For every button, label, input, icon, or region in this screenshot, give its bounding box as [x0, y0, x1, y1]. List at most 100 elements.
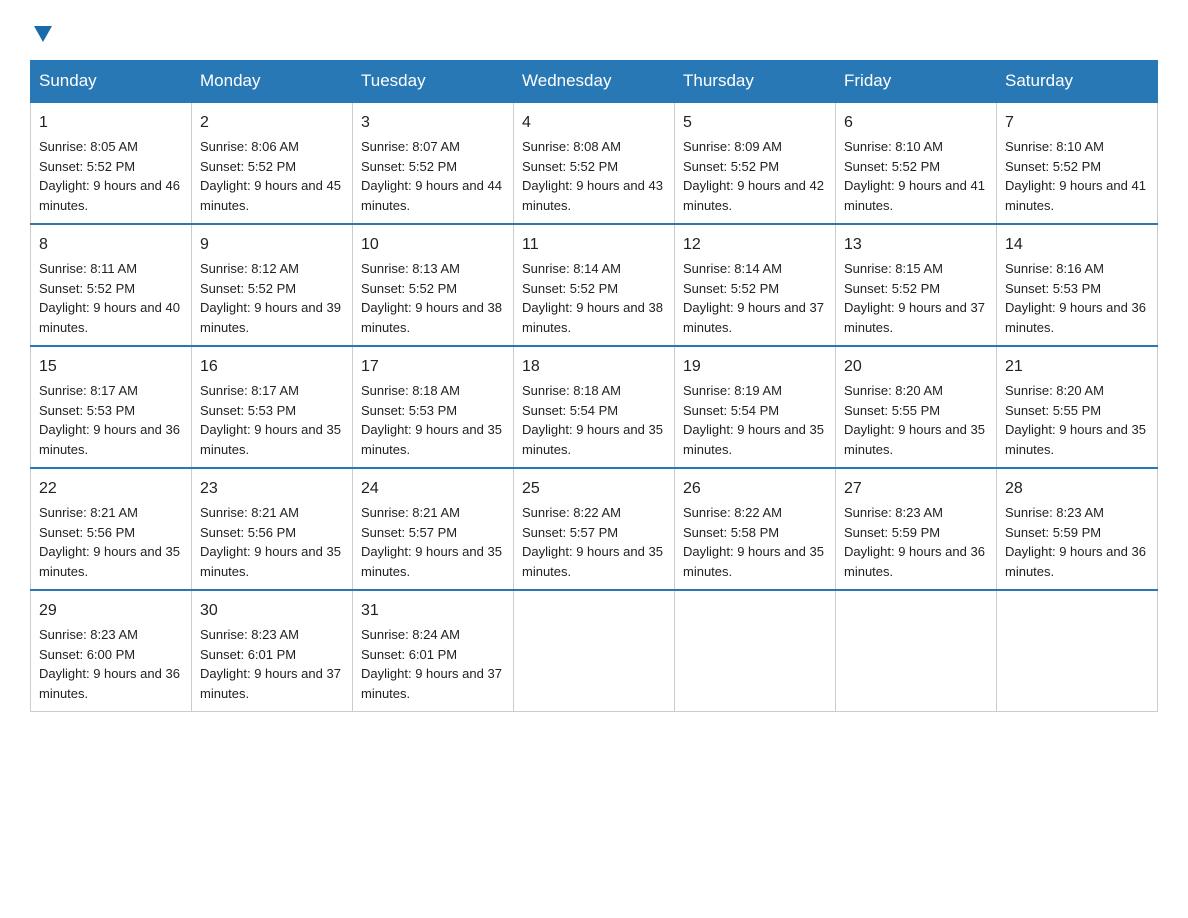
calendar-cell: 12 Sunrise: 8:14 AM Sunset: 5:52 PM Dayligh…: [675, 224, 836, 346]
daylight-text: Daylight: 9 hours and 45 minutes.: [200, 178, 341, 213]
sunrise-text: Sunrise: 8:23 AM: [1005, 505, 1104, 520]
calendar-cell: 19Sunrise: 8:19 AMSunset: 5:54 PMDayligh…: [675, 346, 836, 468]
day-number: 20: [844, 355, 988, 379]
sunrise-text: Sunrise: 8:23 AM: [844, 505, 943, 520]
sunset-text: Sunset: 5:52 PM: [39, 159, 135, 174]
sunrise-text: Sunrise: 8:16 AM: [1005, 261, 1104, 276]
header-wednesday: Wednesday: [514, 61, 675, 103]
calendar-cell: 13Sunrise: 8:15 AMSunset: 5:52 PMDayligh…: [836, 224, 997, 346]
sunset-text: Sunset: 5:52 PM: [200, 281, 296, 296]
sunrise-text: Sunrise: 8:15 AM: [844, 261, 943, 276]
sunrise-text: Sunrise: 8:19 AM: [683, 383, 782, 398]
day-number: 12: [683, 233, 827, 257]
sunset-text: Sunset: 5:53 PM: [39, 403, 135, 418]
sunrise-text: Sunrise: 8:21 AM: [361, 505, 460, 520]
calendar-cell: 6Sunrise: 8:10 AMSunset: 5:52 PMDaylight…: [836, 102, 997, 224]
day-number: 3: [361, 111, 505, 135]
day-number: 11: [522, 233, 666, 257]
day-number: 29: [39, 599, 183, 623]
daylight-text: Daylight: 9 hours and 39 minutes.: [200, 300, 341, 335]
day-number: 23: [200, 477, 344, 501]
week-row-3: 15 Sunrise: 8:17 AM Sunset: 5:53 PM Dayligh…: [31, 346, 1158, 468]
header-tuesday: Tuesday: [353, 61, 514, 103]
daylight-text: Daylight: 9 hours and 40 minutes.: [39, 300, 180, 335]
sunrise-text: Sunrise: 8:20 AM: [1005, 383, 1104, 398]
calendar-cell: 15 Sunrise: 8:17 AM Sunset: 5:53 PM Dayligh…: [31, 346, 192, 468]
week-row-4: 22Sunrise: 8:21 AMSunset: 5:56 PMDayligh…: [31, 468, 1158, 590]
daylight-text: Daylight: 9 hours and 37 minutes.: [200, 666, 341, 701]
logo-triangle-icon: [32, 22, 54, 44]
calendar-cell: 21Sunrise: 8:20 AMSunset: 5:55 PMDayligh…: [997, 346, 1158, 468]
header-friday: Friday: [836, 61, 997, 103]
daylight-text: Daylight: 9 hours and 36 minutes.: [844, 544, 985, 579]
sunrise-text: Sunrise: 8:12 AM: [200, 261, 299, 276]
day-number: 16: [200, 355, 344, 379]
calendar-cell: 5Sunrise: 8:09 AMSunset: 5:52 PMDaylight…: [675, 102, 836, 224]
week-row-2: 8Sunrise: 8:11 AMSunset: 5:52 PMDaylight…: [31, 224, 1158, 346]
sunrise-text: Sunrise: 8:14 AM: [522, 261, 621, 276]
calendar-cell: 10Sunrise: 8:13 AMSunset: 5:52 PMDayligh…: [353, 224, 514, 346]
sunset-text: Sunset: 5:52 PM: [522, 159, 618, 174]
week-row-1: 1 Sunrise: 8:05 AM Sunset: 5:52 PM Daylight…: [31, 102, 1158, 224]
daylight-text: Daylight: 9 hours and 35 minutes.: [39, 544, 180, 579]
sunset-text: Sunset: 5:52 PM: [683, 159, 779, 174]
day-number: 15: [39, 355, 183, 379]
sunrise-text: Sunrise: 8:23 AM: [200, 627, 299, 642]
day-number: 1: [39, 111, 183, 135]
day-number: 27: [844, 477, 988, 501]
daylight-text: Daylight: 9 hours and 41 minutes.: [844, 178, 985, 213]
sunrise-text: Sunrise: 8:09 AM: [683, 139, 782, 154]
calendar-cell: 29Sunrise: 8:23 AMSunset: 6:00 PMDayligh…: [31, 590, 192, 712]
daylight-text: Daylight: 9 hours and 35 minutes.: [522, 422, 663, 457]
daylight-text: Daylight: 9 hours and 36 minutes.: [1005, 544, 1146, 579]
calendar-cell: 2Sunrise: 8:06 AMSunset: 5:52 PMDaylight…: [192, 102, 353, 224]
sunset-text: Sunset: 5:52 PM: [683, 281, 779, 296]
day-number: 6: [844, 111, 988, 135]
sunrise-text: Sunrise: 8:14 AM: [683, 261, 782, 276]
day-number: 13: [844, 233, 988, 257]
day-number: 24: [361, 477, 505, 501]
sunrise-text: Sunrise: 8:17 AM: [39, 383, 138, 398]
calendar-cell: 20Sunrise: 8:20 AMSunset: 5:55 PMDayligh…: [836, 346, 997, 468]
calendar-cell: 24Sunrise: 8:21 AMSunset: 5:57 PMDayligh…: [353, 468, 514, 590]
sunset-text: Sunset: 5:52 PM: [200, 159, 296, 174]
daylight-text: Daylight: 9 hours and 46 minutes.: [39, 178, 180, 213]
sunrise-text: Sunrise: 8:23 AM: [39, 627, 138, 642]
calendar-cell: 16Sunrise: 8:17 AMSunset: 5:53 PMDayligh…: [192, 346, 353, 468]
day-number: 18: [522, 355, 666, 379]
calendar-cell: 26Sunrise: 8:22 AMSunset: 5:58 PMDayligh…: [675, 468, 836, 590]
week-row-5: 29Sunrise: 8:23 AMSunset: 6:00 PMDayligh…: [31, 590, 1158, 712]
daylight-text: Daylight: 9 hours and 36 minutes.: [39, 422, 180, 457]
sunset-text: Sunset: 5:57 PM: [522, 525, 618, 540]
sunrise-text: Sunrise: 8:08 AM: [522, 139, 621, 154]
daylight-text: Daylight: 9 hours and 38 minutes.: [522, 300, 663, 335]
day-number: 7: [1005, 111, 1149, 135]
calendar-cell: 23Sunrise: 8:21 AMSunset: 5:56 PMDayligh…: [192, 468, 353, 590]
sunset-text: Sunset: 5:56 PM: [200, 525, 296, 540]
calendar-header-row: SundayMondayTuesdayWednesdayThursdayFrid…: [31, 61, 1158, 103]
calendar-cell: 25Sunrise: 8:22 AMSunset: 5:57 PMDayligh…: [514, 468, 675, 590]
sunrise-text: Sunrise: 8:18 AM: [522, 383, 621, 398]
sunrise-text: Sunrise: 8:06 AM: [200, 139, 299, 154]
logo: [30, 20, 54, 40]
daylight-text: Daylight: 9 hours and 37 minutes.: [361, 666, 502, 701]
daylight-text: Daylight: 9 hours and 38 minutes.: [361, 300, 502, 335]
sunset-text: Sunset: 5:52 PM: [1005, 159, 1101, 174]
daylight-text: Daylight: 9 hours and 35 minutes.: [844, 422, 985, 457]
sunset-text: Sunset: 5:59 PM: [844, 525, 940, 540]
calendar-cell: 14Sunrise: 8:16 AMSunset: 5:53 PMDayligh…: [997, 224, 1158, 346]
day-number: 31: [361, 599, 505, 623]
sunset-text: Sunset: 5:52 PM: [522, 281, 618, 296]
daylight-text: Daylight: 9 hours and 43 minutes.: [522, 178, 663, 213]
daylight-text: Daylight: 9 hours and 37 minutes.: [683, 300, 824, 335]
sunrise-text: Sunrise: 8:07 AM: [361, 139, 460, 154]
day-number: 30: [200, 599, 344, 623]
day-number: 4: [522, 111, 666, 135]
calendar-cell: 17Sunrise: 8:18 AMSunset: 5:53 PMDayligh…: [353, 346, 514, 468]
daylight-text: Daylight: 9 hours and 42 minutes.: [683, 178, 824, 213]
sunrise-text: Sunrise: 8:05 AM: [39, 139, 138, 154]
daylight-text: Daylight: 9 hours and 35 minutes.: [361, 544, 502, 579]
day-number: 21: [1005, 355, 1149, 379]
calendar-cell: 27 Sunrise: 8:23 AM Sunset: 5:59 PM Dayligh…: [836, 468, 997, 590]
calendar-cell: 22Sunrise: 8:21 AMSunset: 5:56 PMDayligh…: [31, 468, 192, 590]
